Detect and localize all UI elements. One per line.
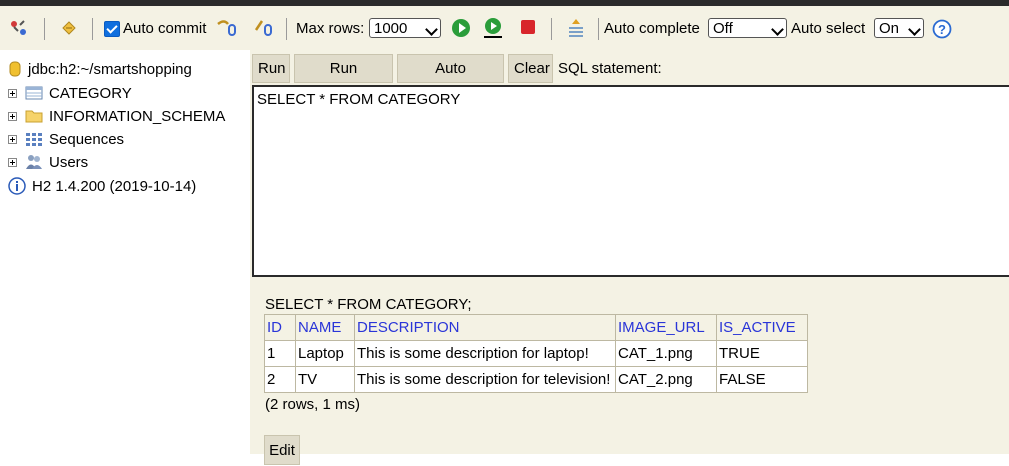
max-rows-label: Max rows:	[296, 20, 365, 37]
run-selected-button[interactable]: Run Selected	[294, 54, 393, 104]
toolbar-separator	[286, 18, 287, 40]
max-rows-select[interactable]: 1000	[369, 18, 441, 38]
cell-description: This is some description for television!	[354, 366, 616, 393]
folder-icon	[25, 110, 43, 123]
auto-commit-label: Auto commit	[123, 20, 207, 37]
info-icon	[8, 177, 26, 195]
sequences-icon	[26, 133, 42, 146]
clear-button[interactable]: Clear	[508, 54, 553, 83]
stop-icon[interactable]	[517, 16, 539, 38]
expand-icon[interactable]	[8, 134, 17, 144]
cell-is-active: FALSE	[716, 366, 808, 393]
commit-icon[interactable]	[253, 17, 275, 39]
run-button[interactable]: Run	[252, 54, 290, 83]
auto-select-select[interactable]: On	[874, 18, 924, 38]
table-row: 1 Laptop This is some description for la…	[264, 340, 808, 367]
column-header-is-active[interactable]: IS_ACTIVE	[716, 314, 808, 341]
connection-label: jdbc:h2:~/smartshopping	[28, 60, 192, 78]
column-header-name[interactable]: NAME	[295, 314, 355, 341]
help-icon[interactable]: ?	[931, 18, 953, 40]
cell-name: TV	[295, 366, 355, 393]
chevron-down-icon	[908, 23, 921, 36]
cell-is-active: TRUE	[716, 340, 808, 367]
table-row: 2 TV This is some description for televi…	[264, 366, 808, 393]
sidebar-item-label: Users	[49, 153, 89, 171]
cell-image-url: CAT_1.png	[615, 340, 717, 367]
auto-complete-label: Auto complete	[604, 20, 700, 37]
max-rows-value: 1000	[374, 20, 408, 37]
auto-complete-select[interactable]: Off	[708, 18, 787, 38]
run-selected-icon[interactable]	[482, 17, 504, 39]
toolbar-separator	[44, 18, 45, 40]
svg-text:?: ?	[938, 22, 946, 37]
chevron-down-icon	[425, 23, 438, 36]
toolbar-separator	[598, 18, 599, 40]
toolbar-separator	[551, 18, 552, 40]
cell-name: Laptop	[295, 340, 355, 367]
sidebar-item-label: INFORMATION_SCHEMA	[49, 107, 226, 125]
toolbar: Auto commit Max rows: 1000 Auto complete…	[0, 6, 1009, 50]
result-query-title: SELECT * FROM CATEGORY;	[265, 296, 472, 313]
column-header-id[interactable]: ID	[264, 314, 296, 341]
sidebar: jdbc:h2:~/smartshopping CATEGORY INFORMA…	[0, 50, 250, 454]
table-icon	[25, 86, 43, 100]
sidebar-item-sequences[interactable]: Sequences	[8, 129, 124, 149]
auto-commit-checkbox[interactable]	[104, 21, 120, 37]
database-icon	[9, 61, 21, 77]
edit-button[interactable]: Edit	[264, 435, 300, 465]
refresh-icon[interactable]	[58, 17, 80, 39]
cell-image-url: CAT_2.png	[615, 366, 717, 393]
cell-id: 2	[264, 366, 296, 393]
sidebar-item-information-schema[interactable]: INFORMATION_SCHEMA	[8, 106, 225, 126]
auto-select-label: Auto select	[791, 20, 866, 37]
sidebar-item-category[interactable]: CATEGORY	[8, 83, 132, 103]
expand-icon[interactable]	[8, 157, 17, 167]
sql-statement-label: SQL statement:	[558, 60, 662, 77]
sidebar-item-label: CATEGORY	[49, 84, 132, 102]
auto-complete-value: Off	[713, 20, 733, 37]
cell-description: This is some description for laptop!	[354, 340, 616, 367]
connection-node[interactable]: jdbc:h2:~/smartshopping	[8, 59, 192, 79]
auto-complete-button[interactable]: Auto complete	[397, 54, 504, 104]
run-icon[interactable]	[450, 17, 472, 39]
toolbar-separator	[92, 18, 93, 40]
table-header-row: ID NAME DESCRIPTION IMAGE_URL IS_ACTIVE	[264, 314, 808, 341]
version-label: H2 1.4.200 (2019-10-14)	[32, 177, 197, 195]
main-panel: Run Run Selected Auto complete Clear SQL…	[250, 50, 1009, 465]
result-table: ID NAME DESCRIPTION IMAGE_URL IS_ACTIVE …	[264, 314, 808, 393]
chevron-down-icon	[771, 23, 784, 36]
sql-editor[interactable]: SELECT * FROM CATEGORY	[252, 85, 1009, 277]
rollback-icon[interactable]	[216, 17, 238, 39]
version-node: H2 1.4.200 (2019-10-14)	[8, 176, 196, 196]
expand-icon[interactable]	[8, 88, 17, 98]
users-icon	[26, 155, 42, 169]
auto-select-value: On	[879, 20, 900, 37]
column-header-image-url[interactable]: IMAGE_URL	[615, 314, 717, 341]
disconnect-icon[interactable]	[8, 17, 30, 39]
expand-icon[interactable]	[8, 111, 17, 121]
sidebar-item-label: Sequences	[49, 130, 125, 148]
sidebar-item-users[interactable]: Users	[8, 152, 88, 172]
history-icon[interactable]	[565, 17, 587, 39]
row-count-text: (2 rows, 1 ms)	[265, 396, 361, 413]
cell-id: 1	[264, 340, 296, 367]
column-header-description[interactable]: DESCRIPTION	[354, 314, 616, 341]
